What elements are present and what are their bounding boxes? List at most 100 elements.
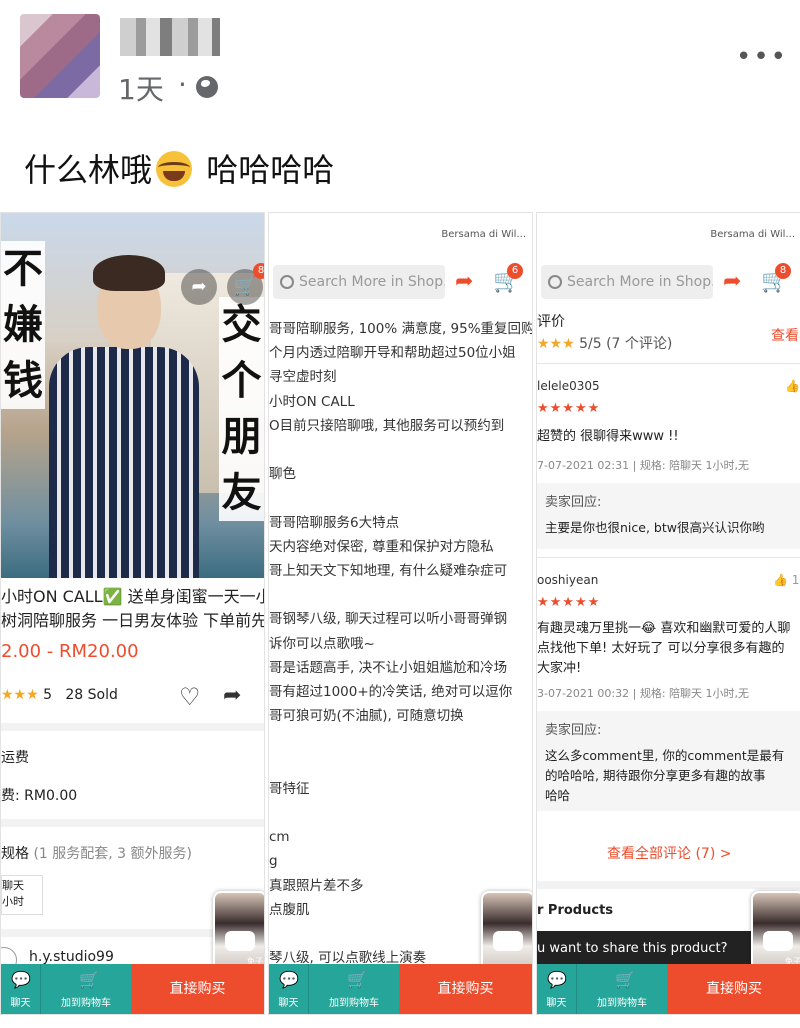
buy-now-button[interactable]: 直接购买	[399, 964, 532, 1014]
floating-avatar[interactable]: 免子	[213, 891, 264, 971]
buy-now-button[interactable]: 直接购买	[131, 964, 264, 1014]
globe-icon	[196, 76, 218, 98]
review-1-meta: 7-07-2021 02:31 | 规格: 陪聊天 1小时,无	[537, 459, 750, 472]
more-options-icon[interactable]: •••	[736, 42, 788, 72]
reviews-heading: 评价	[537, 314, 565, 330]
share-icon[interactable]: ➦	[223, 683, 241, 708]
spec-row[interactable]: 规格 (1 服务配套, 3 额外服务)	[1, 843, 192, 863]
review-1-user: lelele0305	[537, 379, 600, 393]
product-price: 2.00 - RM20.00	[1, 641, 139, 662]
poster-avatar[interactable]	[20, 14, 100, 98]
product-rating-row: ★★★ 5 28 Sold	[1, 687, 118, 703]
product-title-line-1: 小时ON CALL✅ 送单身闺蜜一天一小	[1, 587, 264, 606]
reply-title: 卖家回应:	[545, 495, 602, 510]
bottom-action-bar: 💬 聊天 🛒 加到购物车 直接购买	[269, 964, 532, 1014]
cart-plus-icon: 🛒	[79, 970, 99, 989]
product-screenshot-1[interactable]: 不 嫌 钱 交 个 朋 友 ➦ 🛒 8 小时ON CALL✅ 送单身闺蜜一天一小 …	[0, 212, 265, 1015]
description-line: 哥哥陪聊服务, 100% 满意度, 95%重复回购	[269, 321, 532, 337]
spec-detail: (1 服务配套, 3 额外服务)	[33, 846, 192, 862]
product-photo: 不 嫌 钱 交 个 朋 友 ➦ 🛒 8	[1, 213, 264, 578]
model-shirt	[49, 347, 199, 578]
separator-dot: ·	[178, 68, 187, 101]
share-icon[interactable]: ➦	[723, 269, 747, 294]
chat-button[interactable]: 💬 聊天	[1, 964, 41, 1014]
photo-overlay-text-right: 交 个 朋 友	[219, 297, 264, 521]
reply-text: 主要是你也很nice, btw很高兴认识你哟	[545, 520, 765, 535]
rating-stars-icon: ★★★	[1, 687, 39, 703]
description-line: 哥上知天文下知地理, 有什么疑难杂症可	[269, 563, 508, 580]
post-caption: 什么林哦 哈哈哈哈	[24, 145, 334, 191]
review-2-seller-reply: 卖家回应: 这么多comment里, 你的comment是最有 的哈哈哈, 期待…	[537, 711, 800, 811]
heart-icon[interactable]: ♡	[179, 683, 201, 711]
post-timestamp[interactable]: 1天	[118, 68, 164, 108]
post-header: 1天 · •••	[0, 0, 800, 120]
model-hair	[93, 255, 165, 291]
bottom-action-bar: 💬 聊天 🛒 加到购物车 直接购买	[1, 964, 264, 1014]
chat-icon: 💬	[279, 970, 299, 989]
buy-now-button[interactable]: 直接购买	[667, 964, 800, 1014]
add-to-cart-button[interactable]: 🛒 加到购物车	[309, 964, 399, 1014]
see-all-reviews-link[interactable]: 查看全部评论 (7) >	[607, 843, 731, 863]
review-2-stars: ★★★★★	[537, 595, 601, 610]
cart-badge: 6	[507, 263, 523, 279]
product-screenshot-3[interactable]: Bersama di Wil... Search More in Shop...…	[536, 212, 800, 1015]
floating-avatar[interactable]: 免子	[751, 891, 800, 971]
reply-text: 这么多comment里, 你的comment是最有 的哈哈哈, 期待跟你分享更多…	[545, 748, 785, 803]
shipping-fee: 费: RM0.00	[1, 788, 78, 804]
cart-icon[interactable]: 🛒 6	[493, 263, 523, 294]
status-bar: Bersama di Wil...	[441, 229, 526, 240]
chat-button[interactable]: 💬 聊天	[269, 964, 309, 1014]
chat-button[interactable]: 💬 聊天	[537, 964, 577, 1014]
divider	[537, 557, 800, 558]
divider	[537, 363, 800, 364]
like-count: 1	[791, 573, 800, 587]
share-icon[interactable]: ➦	[455, 269, 479, 294]
laughing-crying-emoji-icon	[156, 151, 193, 187]
description-line: O目前只接陪聊哦, 其他服务可以预约到	[269, 417, 505, 434]
description-line: 聊色	[269, 466, 296, 483]
sold-count: 28 Sold	[65, 687, 118, 703]
see-all-short-link[interactable]: 查看	[771, 325, 799, 345]
cart-icon[interactable]: 🛒 8	[761, 263, 791, 294]
thumbs-up-icon[interactable]: 👍	[785, 379, 800, 393]
poster-name-blurred[interactable]	[120, 18, 220, 56]
add-to-cart-label: 加到购物车	[597, 998, 647, 1009]
divider	[1, 819, 264, 827]
thumbs-up-icon[interactable]: 👍 1	[773, 573, 799, 587]
shop-search-input[interactable]: Search More in Shop...	[273, 265, 445, 299]
rating-stars-icon: ★★★	[537, 336, 575, 352]
spec-chip[interactable]: 聊天 小时	[1, 875, 43, 915]
shop-search-input[interactable]: Search More in Shop...	[541, 265, 713, 299]
add-to-cart-button[interactable]: 🛒 加到购物车	[41, 964, 131, 1014]
description-line: 哥特征	[269, 780, 310, 797]
search-icon	[280, 275, 294, 289]
add-to-cart-label: 加到购物车	[329, 998, 379, 1009]
chat-label: 聊天	[278, 998, 299, 1009]
product-title: 小时ON CALL✅ 送单身闺蜜一天一小 树洞陪聊服务 一日男友体验 下单前先说	[1, 585, 264, 633]
cart-icon[interactable]: 🛒 8	[227, 263, 264, 305]
description-line: 哥是话题高手, 决不让小姐姐尴尬和冷场	[269, 659, 508, 676]
search-placeholder: Search More in Shop...	[567, 274, 713, 290]
floating-avatar[interactable]	[481, 891, 532, 971]
review-2-meta: 3-07-2021 00:32 | 规格: 陪聊天 1小时,无	[537, 687, 750, 700]
chat-icon: 💬	[11, 970, 31, 989]
description-line	[269, 728, 532, 752]
review-1-seller-reply: 卖家回应: 主要是你也很nice, btw很高兴认识你哟	[537, 483, 800, 549]
search-icon	[548, 275, 562, 289]
add-to-cart-button[interactable]: 🛒 加到购物车	[577, 964, 667, 1014]
shop-name[interactable]: h.y.studio99	[1, 947, 114, 973]
description-line: 哥有超过1000+的冷笑话, 绝对可以逗你	[269, 684, 513, 701]
share-icon[interactable]: ➦	[181, 269, 217, 305]
description-line	[269, 438, 532, 462]
divider	[1, 723, 264, 731]
caption-text-before: 什么林哦	[24, 151, 153, 189]
description-line: cm	[269, 829, 290, 846]
product-screenshot-2[interactable]: Bersama di Wil... Search More in Shop...…	[268, 212, 533, 1015]
description-line	[269, 753, 532, 777]
review-1-text: 超赞的 很聊得来www !!	[537, 429, 679, 444]
chat-icon: 💬	[547, 970, 567, 989]
description-line: 哥哥陪聊服务6大特点	[269, 514, 400, 531]
face-mask	[763, 931, 793, 951]
product-title-line-2: 树洞陪聊服务 一日男友体验 下单前先说	[1, 611, 264, 630]
search-placeholder: Search More in Shop...	[299, 274, 445, 290]
